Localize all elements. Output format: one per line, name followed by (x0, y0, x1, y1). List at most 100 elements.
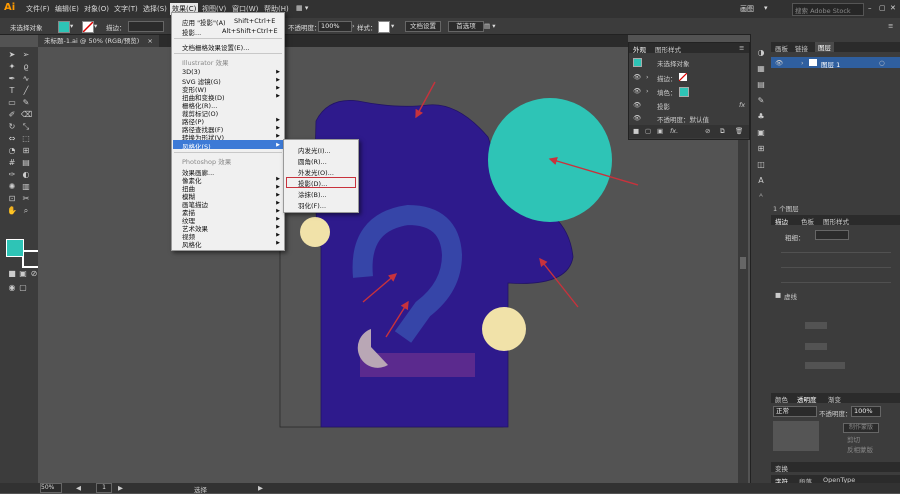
preferences-button[interactable]: 首选项 (448, 21, 484, 32)
no-stroke-swatch-icon[interactable] (678, 72, 688, 82)
stroke-swatch[interactable] (82, 21, 94, 33)
tab-links[interactable]: 链接 (795, 43, 808, 53)
panel-menu-icon[interactable]: ≡ (739, 44, 744, 52)
menu-edit[interactable]: 编辑(E) (55, 4, 79, 14)
align-icon[interactable]: ⊞ (756, 144, 766, 154)
fx-icon[interactable]: fx (739, 101, 745, 109)
glyphs-icon[interactable]: ᴬ (756, 192, 766, 202)
submenu-outer-glow[interactable]: 外发光(O)... (298, 167, 334, 177)
prev-artboard-icon[interactable]: ◀ (76, 484, 81, 492)
opacity-field[interactable]: 100% (318, 21, 352, 32)
close-icon[interactable]: ✕ (890, 4, 896, 12)
shape-builder-tool-icon[interactable]: ◔ (7, 146, 17, 156)
swatches-icon[interactable]: ▤ (756, 80, 766, 90)
tab-color[interactable]: 颜色 (775, 394, 788, 404)
fill-swatch[interactable] (58, 21, 70, 33)
menu-type[interactable]: 文字(T) (114, 4, 138, 14)
scale-tool-icon[interactable]: ⤡ (21, 122, 31, 132)
next-artboard-icon[interactable]: ▶ (118, 484, 123, 492)
gradient-mode-icon[interactable]: ▣ (18, 269, 28, 279)
fill-swatch-icon[interactable] (679, 87, 689, 97)
visibility-eye-icon[interactable]: 👁 (633, 114, 641, 122)
submenu-inner-glow[interactable]: 内发光(I)... (298, 145, 331, 155)
visibility-eye-icon[interactable]: 👁 (633, 87, 641, 95)
submenu-scribble[interactable]: 涂抹(B)... (298, 189, 327, 199)
stock-search-input[interactable]: 搜索 Adobe Stock (792, 3, 864, 16)
tab-stroke[interactable]: 描边 (775, 216, 788, 226)
tab-artboards[interactable]: 画板 (775, 43, 788, 53)
graph-tool-icon[interactable]: ▥ (21, 182, 31, 192)
status-menu-icon[interactable]: ▶ (258, 484, 263, 492)
transparency-opacity-field[interactable]: 100% (851, 406, 881, 417)
type-tool-icon[interactable]: T (7, 86, 17, 96)
expand-chevron-icon[interactable]: › (646, 87, 649, 95)
arrange-icon[interactable]: ▤ ▾ (484, 22, 495, 30)
color-panel-icon[interactable]: ◑ (756, 48, 766, 58)
ps-item-stylize[interactable]: 风格化 (182, 239, 202, 249)
brushes-icon[interactable]: ✎ (756, 96, 766, 106)
menu-select[interactable]: 选择(S) (143, 4, 167, 14)
layer-target-icon[interactable]: ○ (879, 59, 885, 67)
visibility-eye-icon[interactable]: 👁 (633, 73, 641, 81)
submenu-drop-shadow[interactable]: 投影(D)... (298, 178, 327, 188)
pathfinder-icon[interactable]: ◫ (756, 160, 766, 170)
workspace-switcher[interactable]: 画图 (740, 4, 754, 14)
symbols-icon[interactable]: ♣ (756, 112, 766, 122)
width-tool-icon[interactable]: ⇔ (7, 134, 17, 144)
hand-tool-icon[interactable]: ✋ (7, 206, 17, 216)
selection-tool-icon[interactable]: ➤ (7, 50, 17, 60)
weight-field[interactable] (815, 230, 849, 240)
menu-object[interactable]: 对象(O) (84, 4, 109, 14)
tab-swatches[interactable]: 色板 (801, 216, 814, 226)
artboard-tool-icon[interactable]: ⊡ (7, 194, 17, 204)
tab-transparency[interactable]: 透明度 (797, 394, 817, 404)
layer-visibility-eye-icon[interactable]: 👁 (775, 59, 783, 67)
eraser-tool-icon[interactable]: ⌫ (21, 110, 32, 120)
submenu-round-corners[interactable]: 圆角(R)... (298, 156, 327, 166)
lasso-tool-icon[interactable]: ϱ (21, 62, 31, 72)
paintbrush-tool-icon[interactable]: ✎ (21, 98, 31, 108)
panel-menu-icon[interactable]: ≡ (888, 22, 893, 30)
layer-expand-chevron-icon[interactable]: › (801, 59, 804, 67)
workspace-chevron-icon[interactable]: ▾ (764, 4, 768, 12)
raster-effects-settings-item[interactable]: 文档栅格效果设置(E)... (182, 42, 249, 52)
make-mask-button[interactable]: 制作蒙版 (843, 423, 879, 433)
eyedropper-tool-icon[interactable]: ✑ (7, 170, 17, 180)
menu-file[interactable]: 文件(F) (26, 4, 50, 14)
draw-mode-icon[interactable]: ◉ (7, 283, 17, 293)
artboard-number-field[interactable]: 1 (96, 483, 112, 493)
mesh-tool-icon[interactable]: # (7, 158, 17, 168)
curvature-tool-icon[interactable]: ∿ (21, 74, 31, 84)
minimize-icon[interactable]: – (868, 4, 872, 12)
graphic-styles-icon[interactable]: ▣ (756, 128, 766, 138)
document-tab[interactable]: 未标题-1.ai @ 50% (RGB/预览) × (38, 35, 159, 47)
tab-layers[interactable]: 图层 (815, 42, 834, 52)
type-panel-icon[interactable]: A (756, 176, 766, 186)
menu-item-stylize[interactable]: 风格化(S) (182, 141, 211, 151)
screen-mode-icon[interactable]: ▢ (18, 283, 28, 293)
add-effect-icon[interactable]: fx. (670, 127, 678, 135)
visibility-eye-icon[interactable]: 👁 (633, 101, 641, 109)
bridge-icon[interactable]: ▦ ▾ (296, 4, 308, 12)
add-stroke-icon[interactable]: ▢ (645, 127, 651, 135)
tab-graphic-styles[interactable]: 图形样式 (655, 44, 681, 54)
perspective-grid-tool-icon[interactable]: ⊞ (21, 146, 31, 156)
slice-tool-icon[interactable]: ✂ (21, 194, 31, 204)
opacity-chevron-icon[interactable]: › (352, 22, 355, 30)
zoom-field[interactable]: 50% (40, 483, 62, 493)
tab-transform[interactable]: 变换 (775, 463, 788, 473)
delete-item-icon[interactable]: 🗑 (735, 127, 743, 135)
stroke-chevron-icon[interactable]: ▾ (94, 22, 97, 30)
submenu-feather[interactable]: 羽化(F)... (298, 200, 326, 210)
maximize-icon[interactable]: ▢ (879, 4, 886, 12)
rectangle-tool-icon[interactable]: ▭ (7, 98, 17, 108)
apply-drop-shadow-item[interactable]: 应用 "投影"(A) (182, 17, 226, 27)
expand-chevron-icon[interactable]: › (646, 73, 649, 81)
stroke-weight-field[interactable] (128, 21, 164, 32)
drop-shadow-item[interactable]: 投影... (182, 27, 201, 37)
duplicate-item-icon[interactable]: ⧉ (720, 127, 725, 136)
add-fill-icon[interactable]: ▣ (657, 127, 663, 135)
layer-row[interactable]: 👁 › 图层 1 ○ (771, 57, 900, 69)
clear-appearance-icon[interactable]: ⊘ (705, 127, 710, 135)
layer-name[interactable]: 图层 1 (821, 59, 840, 69)
